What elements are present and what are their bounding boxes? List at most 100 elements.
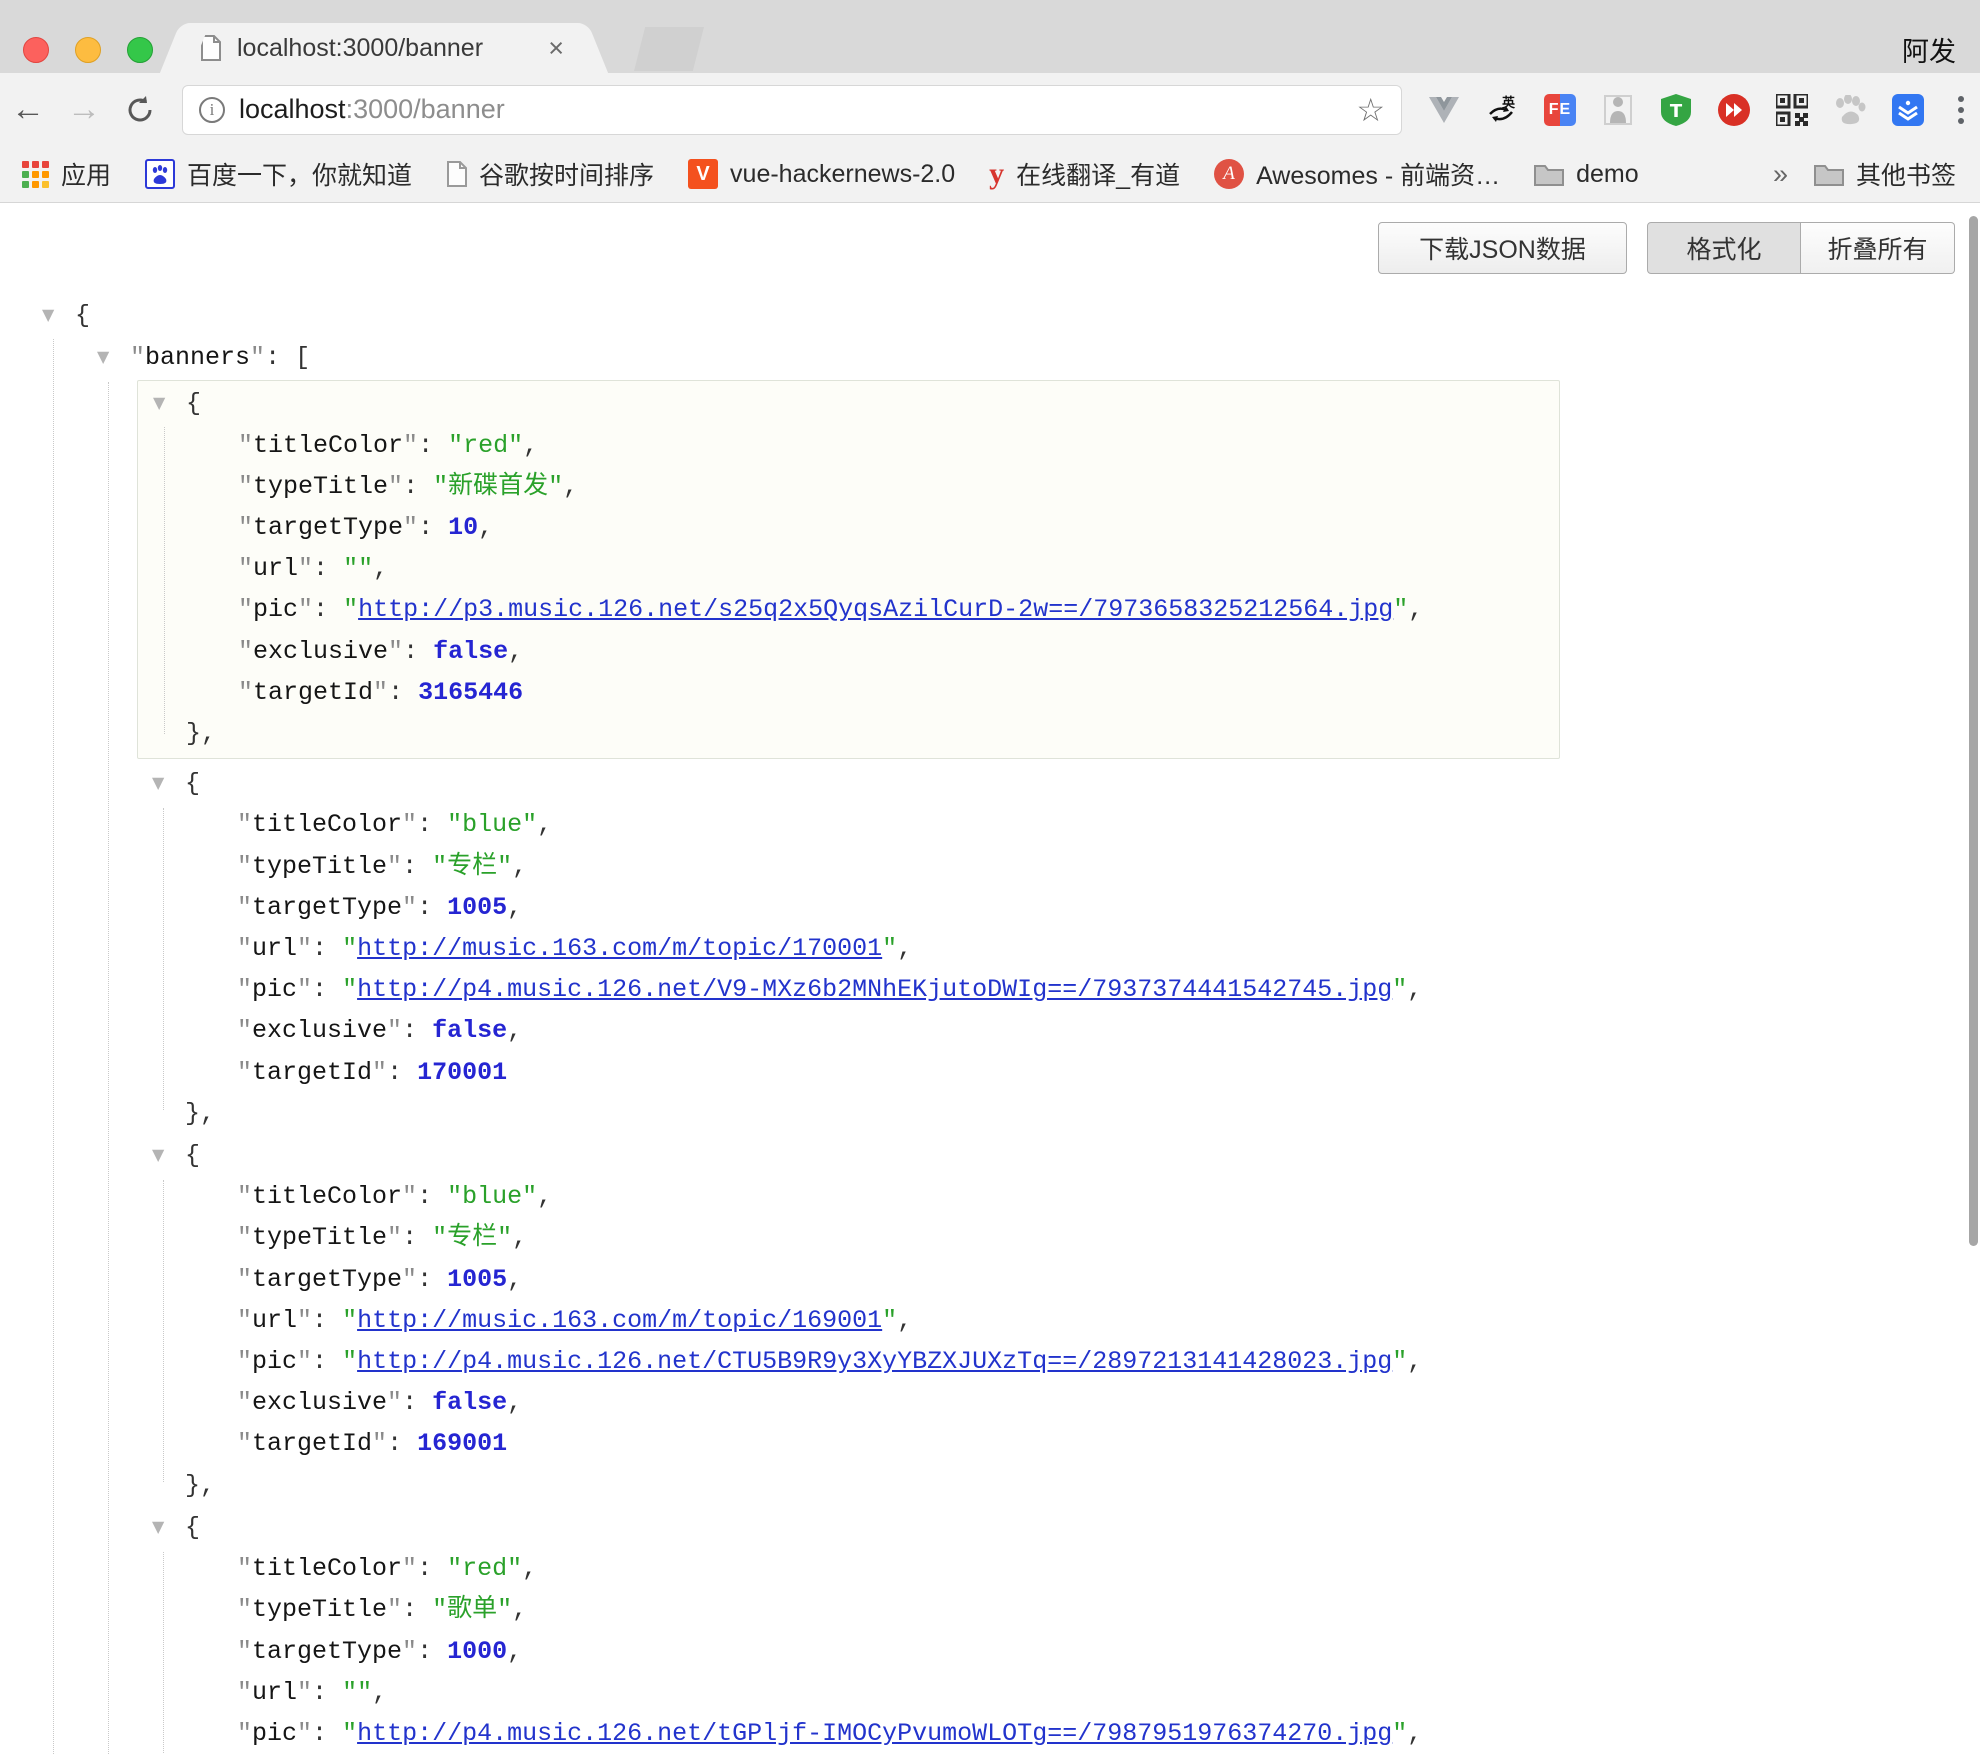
json-link[interactable]: http://music.163.com/m/topic/169001 <box>357 1306 882 1335</box>
json-key: targetId <box>252 1058 372 1087</box>
json-key: titleColor <box>252 810 402 839</box>
json-key: targetType <box>252 1637 402 1666</box>
json-number: 169001 <box>417 1429 507 1458</box>
json-line: "targetType": 1005, <box>137 887 1560 928</box>
bookmark-label: 谷歌按时间排序 <box>479 156 654 192</box>
json-link[interactable]: http://p4.music.126.net/V9-MXz6b2MNhEKju… <box>357 975 1392 1004</box>
collapse-all-button[interactable]: 折叠所有 <box>1801 222 1955 274</box>
json-link[interactable]: http://p3.music.126.net/s25q2x5QyqsAzilC… <box>358 595 1393 624</box>
address-bar[interactable]: i localhost:3000/banner ☆ <box>182 85 1402 135</box>
json-key: url <box>252 1306 297 1335</box>
bookmark-vue-hackernews[interactable]: V vue-hackernews-2.0 <box>688 159 955 189</box>
json-link[interactable]: http://music.163.com/m/topic/170001 <box>357 934 882 963</box>
json-string: "" <box>342 1678 372 1707</box>
json-array-item: ▼{"titleColor": "red","typeTitle": "新碟首发… <box>137 380 1560 759</box>
qrcode-icon[interactable] <box>1776 94 1808 126</box>
bookmark-label: vue-hackernews-2.0 <box>730 160 955 189</box>
video-downloader-icon[interactable] <box>1718 94 1750 126</box>
json-key: targetType <box>252 893 402 922</box>
json-key: url <box>252 934 297 963</box>
json-key: exclusive <box>253 637 388 666</box>
json-key: pic <box>252 1719 297 1748</box>
page-favicon-icon <box>200 35 221 61</box>
json-key: pic <box>252 975 297 1004</box>
minimize-window-button[interactable] <box>75 37 101 63</box>
collapse-toggle-icon[interactable]: ▼ <box>152 1506 185 1547</box>
json-array-item: ▼{"titleColor": "blue","typeTitle": "专栏"… <box>137 1134 1560 1506</box>
json-line: ▼{ <box>0 294 1980 336</box>
bookmark-youdao[interactable]: y 在线翻译_有道 <box>989 156 1180 192</box>
paw-icon[interactable] <box>1834 94 1866 126</box>
json-key: pic <box>253 595 298 624</box>
bookmark-apps[interactable]: 应用 <box>22 156 111 192</box>
tab-close-icon[interactable]: × <box>548 35 564 62</box>
json-key: targetType <box>253 513 403 542</box>
json-line: "targetId": 170001 <box>137 1052 1560 1093</box>
collapse-toggle-icon[interactable]: ▼ <box>42 294 75 335</box>
bookmark-google-sort[interactable]: 谷歌按时间排序 <box>446 156 654 192</box>
thunder-icon[interactable] <box>1892 94 1924 126</box>
profile-name[interactable]: 阿发 <box>1902 30 1956 69</box>
bookmark-label: Awesomes - 前端资… <box>1256 156 1500 192</box>
collapse-toggle-icon[interactable]: ▼ <box>97 336 130 377</box>
json-key: banners <box>145 343 250 372</box>
json-tree: ▼{▼"banners": [▼{"titleColor": "red","ty… <box>0 294 1980 1754</box>
json-line: "targetType": 1000, <box>137 1631 1560 1672</box>
bookmark-star-icon[interactable]: ☆ <box>1356 91 1385 129</box>
translate-icon[interactable]: 英 <box>1486 94 1518 126</box>
bookmarks-overflow-icon[interactable]: » <box>1773 159 1788 190</box>
bookmark-label: 应用 <box>61 156 111 192</box>
json-line: }, <box>137 1465 1560 1506</box>
json-line: "targetId": 169001 <box>137 1423 1560 1464</box>
json-line: ▼{ <box>138 382 1559 424</box>
json-string: "专栏" <box>432 852 512 881</box>
format-button[interactable]: 格式化 <box>1647 222 1801 274</box>
json-string: "blue" <box>447 810 537 839</box>
collapse-toggle-icon[interactable]: ▼ <box>152 1134 185 1175</box>
vue-devtools-icon[interactable] <box>1428 94 1460 126</box>
json-number: 170001 <box>417 1058 507 1087</box>
info-icon[interactable]: i <box>199 97 225 123</box>
reload-button[interactable] <box>112 95 168 125</box>
back-button[interactable]: ← <box>0 90 56 129</box>
browser-menu-icon[interactable] <box>1958 96 1964 124</box>
other-bookmarks-folder[interactable]: 其他书签 <box>1814 156 1956 192</box>
tampermonkey-icon[interactable]: T <box>1660 94 1692 126</box>
json-line: "pic": "http://p4.music.126.net/CTU5B9R9… <box>137 1341 1560 1382</box>
json-string: "新碟首发" <box>433 472 563 501</box>
json-line: "titleColor": "blue", <box>137 804 1560 845</box>
json-number: 1000 <box>447 1637 507 1666</box>
tab-localhost[interactable]: localhost:3000/banner × <box>186 23 582 73</box>
new-tab-button[interactable] <box>634 27 704 71</box>
json-boolean: false <box>432 1388 507 1417</box>
url-text[interactable]: localhost:3000/banner <box>239 94 1356 125</box>
json-line: "url": "", <box>138 548 1559 589</box>
json-line: ▼{ <box>137 762 1560 804</box>
zoom-window-button[interactable] <box>127 37 153 63</box>
collapse-toggle-icon[interactable]: ▼ <box>152 762 185 803</box>
json-link[interactable]: http://p4.music.126.net/tGPljf-IMOCyPvum… <box>357 1719 1392 1748</box>
json-line: "typeTitle": "歌单", <box>137 1589 1560 1630</box>
json-line: "typeTitle": "专栏", <box>137 846 1560 887</box>
json-array-item: ▼{"titleColor": "blue","typeTitle": "专栏"… <box>137 762 1560 1134</box>
json-key: typeTitle <box>253 472 388 501</box>
vue-orange-icon: V <box>688 159 718 189</box>
bookmark-label: demo <box>1576 160 1639 189</box>
download-json-button[interactable]: 下载JSON数据 <box>1378 222 1627 274</box>
apps-grid-icon <box>22 161 49 188</box>
json-line: "url": "http://music.163.com/m/topic/169… <box>137 1300 1560 1341</box>
browser-window: { "chrome": { "profile_name": "阿发", "tab… <box>0 0 1980 1754</box>
close-window-button[interactable] <box>23 37 49 63</box>
bookmark-folder-demo[interactable]: demo <box>1534 160 1639 189</box>
collapse-toggle-icon[interactable]: ▼ <box>153 382 186 423</box>
vertical-scrollbar[interactable] <box>1969 216 1978 1246</box>
json-key: targetId <box>252 1429 372 1458</box>
json-link[interactable]: http://p4.music.126.net/CTU5B9R9y3XyYBZX… <box>357 1347 1392 1376</box>
json-string: "red" <box>447 1554 522 1583</box>
fehelper-icon[interactable]: FE <box>1544 94 1576 126</box>
bookmark-awesomes[interactable]: A Awesomes - 前端资… <box>1214 156 1500 192</box>
json-line: "typeTitle": "新碟首发", <box>138 466 1559 507</box>
bookmark-baidu[interactable]: 百度一下，你就知道 <box>145 156 412 192</box>
sitemap-icon[interactable] <box>1602 94 1634 126</box>
json-actions: 下载JSON数据 格式化 折叠所有 <box>1378 222 1955 274</box>
